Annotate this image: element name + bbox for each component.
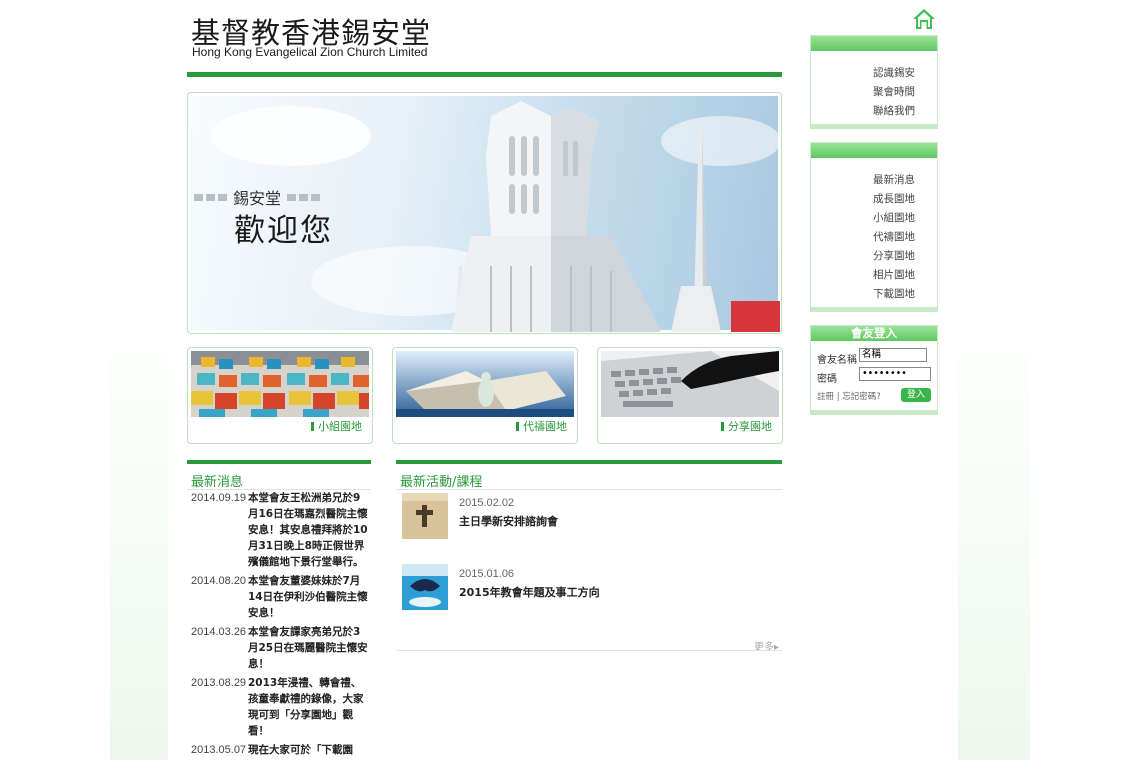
login-title: 會友登入 [811, 326, 937, 341]
list-item: 2013.05.07 現在大家可於「下載園 [191, 742, 371, 758]
news-list: 2014.09.19 本堂會友王松洲弟兄於9月16日在瑪嘉烈醫院主懷安息！其安息… [191, 490, 371, 761]
feature-label[interactable]: 分享園地 [721, 418, 772, 434]
home-icon[interactable] [912, 8, 936, 30]
news-link[interactable]: 本堂會友董婆妹妹於7月14日在伊利沙伯醫院主懷安息！ [248, 573, 370, 621]
activity-title[interactable]: 主日學新安排諮詢會 [459, 513, 558, 529]
feature-label[interactable]: 代禱園地 [516, 418, 567, 434]
dash-decoration [287, 193, 321, 201]
news-date: 2013.05.07 [191, 744, 247, 756]
sidebar-item-meeting-times[interactable]: 聚會時間 [873, 84, 915, 99]
username-label: 會友名稱 [817, 355, 857, 366]
sidebar-item-photos[interactable]: 相片園地 [873, 267, 915, 282]
news-section-header: 最新消息 [187, 460, 371, 490]
sidebar-item-contact[interactable]: 聯絡我們 [873, 103, 915, 118]
news-link[interactable]: 現在大家可於「下載園 [248, 742, 370, 758]
forgot-password-link[interactable]: 忘記密碼? [842, 392, 881, 402]
welcome-banner: 錫安堂 歡迎您 [187, 92, 782, 334]
register-link[interactable]: 註冊 [817, 392, 834, 402]
activity-date: 2015.01.06 [459, 568, 515, 580]
chairs-image [191, 351, 369, 417]
banner-title: 歡迎您 [234, 213, 333, 249]
list-item: 2013.08.29 2013年浸禮、轉會禮、孩童奉獻禮的錄像，大家現可到「分享… [191, 675, 371, 739]
activity-title[interactable]: 2015年教會年題及事工方向 [459, 584, 600, 600]
header-divider [187, 72, 782, 77]
link-separator: | [836, 392, 840, 402]
news-date: 2014.08.20 [191, 575, 247, 587]
sidebar-item-news[interactable]: 最新消息 [873, 172, 915, 187]
password-input[interactable]: •••••••• [859, 367, 931, 381]
list-item: 2014.09.19 本堂會友王松洲弟兄於9月16日在瑪嘉烈醫院主懷安息！其安息… [191, 490, 371, 570]
news-link[interactable]: 本堂會友王松洲弟兄於9月16日在瑪嘉烈醫院主懷安息！其安息禮拜將於10月31日晚… [248, 490, 370, 570]
list-item: 2014.03.26 本堂會友譚家亮弟兄於3月25日在瑪麗醫院主懷安息！ [191, 624, 371, 672]
sidebar-sections-box: 最新消息 成長園地 小組園地 代禱園地 分享園地 相片園地 下載園地 [810, 142, 938, 312]
news-date: 2014.09.19 [191, 492, 247, 504]
activities-section-header: 最新活動/課程 [396, 460, 782, 490]
login-button[interactable]: 登入 [901, 388, 931, 402]
login-links: 註冊 | 忘記密碼? [817, 390, 881, 402]
news-heading: 最新消息 [191, 475, 244, 490]
news-link[interactable]: 本堂會友譚家亮弟兄於3月25日在瑪麗醫院主懷安息！ [248, 624, 370, 672]
feature-prayer[interactable]: 代禱園地 [392, 347, 578, 444]
sidebar-item-prayer[interactable]: 代禱園地 [873, 229, 915, 244]
activity-date: 2015.02.02 [459, 497, 515, 509]
news-date: 2013.08.29 [191, 677, 247, 689]
sidebar-item-about[interactable]: 認識錫安 [873, 65, 915, 80]
sidebar-item-small-group[interactable]: 小組園地 [873, 210, 915, 225]
bible-image [396, 351, 574, 417]
sidebar-about-box: 認識錫安 聚會時間 聯絡我們 [810, 35, 938, 129]
sidebar-item-sharing[interactable]: 分享園地 [873, 248, 915, 263]
activity-thumbnail [402, 493, 448, 539]
keyboard-image [601, 351, 779, 417]
member-login-box: 會友登入 會友名稱 名稱 密碼 •••••••• 註冊 | 忘記密碼? 登入 [810, 325, 938, 415]
dash-decoration [194, 193, 227, 201]
news-link[interactable]: 2013年浸禮、轉會禮、孩童奉獻禮的錄像，大家現可到「分享園地」觀看！ [248, 675, 370, 739]
feature-sharing[interactable]: 分享園地 [597, 347, 783, 444]
activities-heading: 最新活動/課程 [400, 475, 483, 490]
activities-divider [396, 650, 782, 651]
activity-thumbnail [402, 564, 448, 610]
sidebar-item-downloads[interactable]: 下載園地 [873, 286, 915, 301]
sidebar-box-header [811, 36, 937, 51]
password-label: 密碼 [817, 374, 837, 385]
feature-small-group[interactable]: 小組園地 [187, 347, 373, 444]
sidebar-item-growth[interactable]: 成長園地 [873, 191, 915, 206]
feature-label[interactable]: 小組園地 [311, 418, 362, 434]
sidebar-box-header [811, 143, 937, 158]
logo-english[interactable]: Hong Kong Evangelical Zion Church Limite… [192, 45, 427, 59]
list-item: 2014.08.20 本堂會友董婆妹妹於7月14日在伊利沙伯醫院主懷安息！ [191, 573, 371, 621]
username-input[interactable]: 名稱 [859, 348, 927, 362]
news-date: 2014.03.26 [191, 626, 247, 638]
